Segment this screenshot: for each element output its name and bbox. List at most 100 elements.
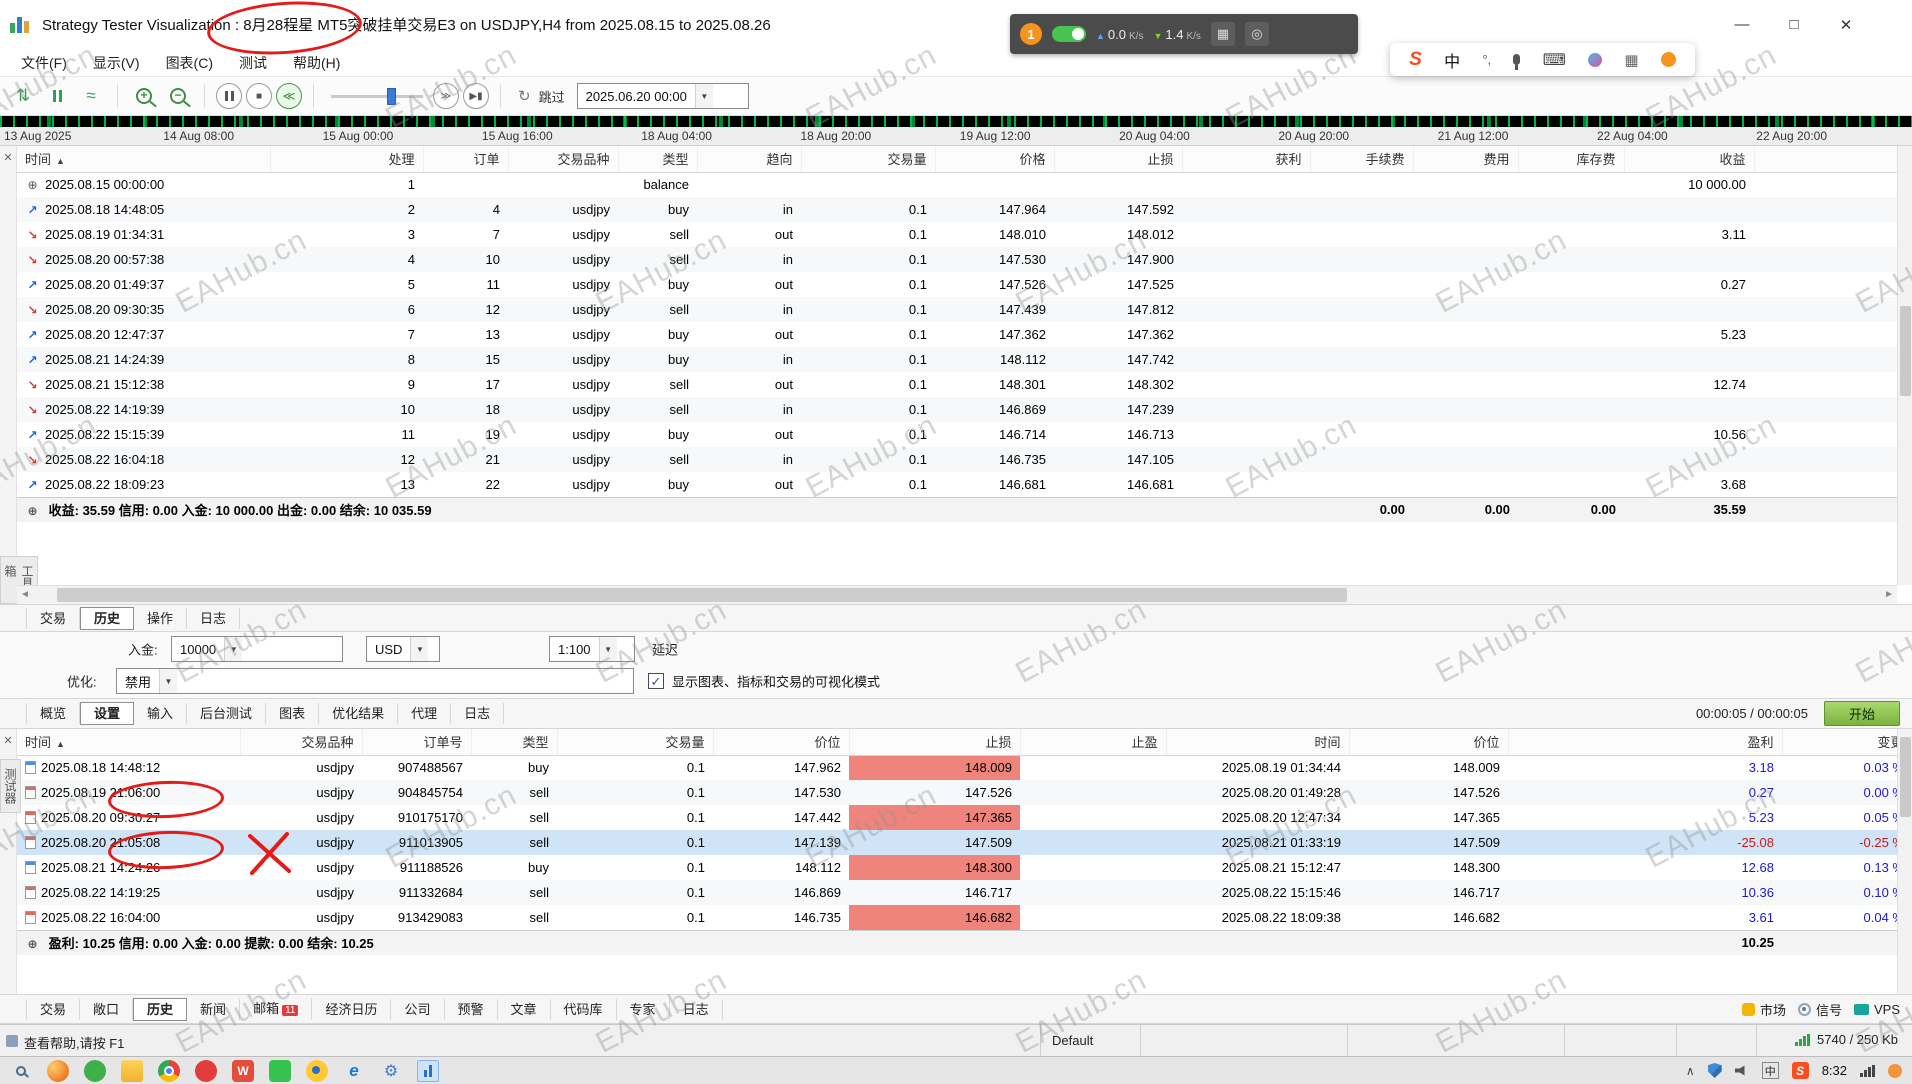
bottom-tab-6[interactable]: 公司 [391, 999, 444, 1020]
column-header-11[interactable]: 费用 [1413, 146, 1518, 172]
close-button[interactable]: ✕ [1834, 16, 1858, 34]
visual-mode-checkbox[interactable]: ✓ [648, 673, 664, 689]
column-header-3[interactable]: 交易品种 [508, 146, 618, 172]
capture-search-icon[interactable]: ◎ [1245, 22, 1269, 46]
table-row[interactable]: ↘2025.08.20 09:30:35612usdjpysellin0.114… [17, 297, 1912, 322]
menu-item-0[interactable]: 文件(F) [8, 50, 80, 76]
table-row[interactable]: 2025.08.22 16:04:00usdjpy913429083sell0.… [17, 905, 1912, 930]
vps-button[interactable]: VPS [1854, 1002, 1900, 1017]
table-row[interactable]: ↘2025.08.20 00:57:38410usdjpysellin0.114… [17, 247, 1912, 272]
scrollbar-thumb[interactable] [57, 588, 1347, 602]
scrollbar-thumb[interactable] [1900, 737, 1911, 817]
table-row[interactable]: 2025.08.20 21:05:08usdjpy911013905sell0.… [17, 830, 1912, 855]
toolbox-grid-icon[interactable]: ▦ [1624, 51, 1638, 69]
table-row[interactable]: ↗2025.08.22 18:09:231322usdjpybuyout0.11… [17, 472, 1912, 497]
table-row[interactable]: ↗2025.08.21 14:24:39815usdjpybuyin0.1148… [17, 347, 1912, 372]
column-header-7[interactable]: 价格 [935, 146, 1054, 172]
table-row[interactable]: 2025.08.22 14:19:25usdjpy911332684sell0.… [17, 880, 1912, 905]
bottom-tab-8[interactable]: 文章 [498, 999, 551, 1020]
active-app-icon[interactable] [417, 1060, 439, 1082]
tester-tab-5[interactable]: 优化结果 [319, 703, 398, 724]
table-row[interactable]: 2025.08.18 14:48:12usdjpy907488567buy0.1… [17, 755, 1912, 780]
column-header-0[interactable]: 时间▲ [17, 146, 270, 172]
tester-tab-4[interactable]: 图表 [266, 703, 319, 724]
toolbox-tab-2[interactable]: 操作 [134, 608, 187, 629]
column-header-4[interactable]: 类型 [618, 146, 697, 172]
market-button[interactable]: 市场 [1742, 1000, 1786, 1019]
search-icon[interactable] [10, 1060, 32, 1082]
column-header-8[interactable]: 止损 [1054, 146, 1182, 172]
column-header-12[interactable]: 库存费 [1518, 146, 1624, 172]
positions-summary-row[interactable]: ⊕ 盈利: 10.25 信用: 0.00 入金: 0.00 提款: 0.00 结… [17, 930, 1912, 955]
signals-button[interactable]: 信号 [1798, 1000, 1842, 1019]
currency-combo[interactable]: USD▼ [366, 636, 440, 662]
punctuation-icon[interactable]: °, [1482, 52, 1491, 67]
scroll-right-icon[interactable]: ► [1884, 589, 1894, 600]
table-row[interactable]: 2025.08.19 21:06:00usdjpy904845754sell0.… [17, 780, 1912, 805]
column-header-10[interactable]: 手续费 [1310, 146, 1413, 172]
indicator-line-button[interactable]: ≈ [76, 82, 106, 110]
table-row[interactable]: 2025.08.21 14:24:26usdjpy911188526buy0.1… [17, 855, 1912, 880]
tester-tab-1[interactable]: 设置 [80, 702, 134, 725]
bottom-tab-4[interactable]: 邮箱11 [240, 998, 312, 1020]
column-header-2[interactable]: 订单 [423, 146, 508, 172]
table-row[interactable]: ↗2025.08.18 14:48:0524usdjpybuyin0.1147.… [17, 197, 1912, 222]
bottom-tab-2[interactable]: 历史 [133, 998, 187, 1021]
stop-button[interactable]: ■ [246, 83, 272, 109]
chart-timeline-strip[interactable] [0, 116, 1912, 127]
clock[interactable]: 8:32 [1822, 1063, 1847, 1078]
table-row[interactable]: ↘2025.08.22 14:19:391018usdjpysellin0.11… [17, 397, 1912, 422]
maximize-button[interactable]: □ [1782, 16, 1806, 34]
settings-gear-icon[interactable]: ⚙ [380, 1060, 402, 1082]
column-header-10[interactable]: 盈利 [1508, 729, 1782, 755]
wps-icon[interactable]: W [232, 1060, 254, 1082]
tester-tab-7[interactable]: 日志 [451, 703, 504, 724]
scrollbar-thumb[interactable] [1900, 306, 1911, 396]
firefox-icon[interactable] [47, 1060, 69, 1082]
column-header-5[interactable]: 价位 [713, 729, 849, 755]
start-button[interactable]: 开始 [1824, 701, 1900, 726]
bottom-tab-5[interactable]: 经济日历 [312, 999, 391, 1020]
bottom-tab-11[interactable]: 日志 [670, 999, 723, 1020]
input-indicator-icon[interactable]: 中 [1762, 1062, 1779, 1079]
column-header-6[interactable]: 交易量 [801, 146, 935, 172]
net-speed-widget[interactable]: 1 ▲0.0K/s ▼1.4K/s ▦ ◎ [1010, 14, 1358, 54]
menu-item-3[interactable]: 测试 [226, 50, 280, 76]
column-header-9[interactable]: 获利 [1182, 146, 1310, 172]
column-header-4[interactable]: 交易量 [557, 729, 713, 755]
bottom-tab-0[interactable]: 交易 [26, 999, 80, 1020]
yellow-app-icon[interactable] [306, 1060, 328, 1082]
slider-handle[interactable] [387, 88, 396, 105]
table-row[interactable]: ↗2025.08.22 15:15:391119usdjpybuyout0.11… [17, 422, 1912, 447]
wubi-mode-icon[interactable] [1661, 52, 1676, 67]
pause-ticks-button[interactable] [42, 82, 72, 110]
column-header-1[interactable]: 交易品种 [240, 729, 362, 755]
green-app-icon[interactable] [269, 1060, 291, 1082]
deals-summary-row[interactable]: ⊕ 收益: 35.59 信用: 0.00 入金: 10 000.00 出金: 0… [17, 497, 1912, 522]
column-header-5[interactable]: 趋向 [697, 146, 801, 172]
rewind-button[interactable]: ≪ [276, 83, 302, 109]
chevron-up-icon[interactable]: ∧ [1686, 1064, 1695, 1078]
tester-tab-0[interactable]: 概览 [26, 703, 80, 724]
tester-vertical-tab[interactable]: 测试器 [0, 759, 21, 813]
speaker-icon[interactable] [1735, 1065, 1749, 1077]
profile-selector[interactable]: Default [1052, 1033, 1093, 1048]
tester-tab-6[interactable]: 代理 [398, 703, 451, 724]
column-header-3[interactable]: 类型 [471, 729, 557, 755]
mic-icon[interactable] [1513, 54, 1520, 65]
table-row[interactable]: ↘2025.08.21 15:12:38917usdjpysellout0.11… [17, 372, 1912, 397]
column-header-1[interactable]: 处理 [270, 146, 423, 172]
zoom-in-button[interactable]: + [129, 82, 159, 110]
column-header-9[interactable]: 价位 [1349, 729, 1508, 755]
table-row[interactable]: ↗2025.08.20 01:49:37511usdjpybuyout0.114… [17, 272, 1912, 297]
chart-shift-button[interactable]: ⇅ [8, 82, 38, 110]
speed-slider[interactable] [331, 83, 423, 109]
skin-icon[interactable] [1588, 53, 1602, 67]
fast-forward-button[interactable]: ≫ [433, 83, 459, 109]
menu-item-4[interactable]: 帮助(H) [280, 50, 353, 76]
sogou-tray-icon[interactable]: S [1792, 1062, 1809, 1079]
deals-vertical-scrollbar[interactable] [1897, 146, 1912, 585]
jump-date-combo[interactable]: 2025.06.20 00:00 ▼ [577, 83, 749, 109]
scroll-left-icon[interactable]: ◄ [20, 589, 30, 600]
minimize-button[interactable]: — [1730, 16, 1754, 34]
